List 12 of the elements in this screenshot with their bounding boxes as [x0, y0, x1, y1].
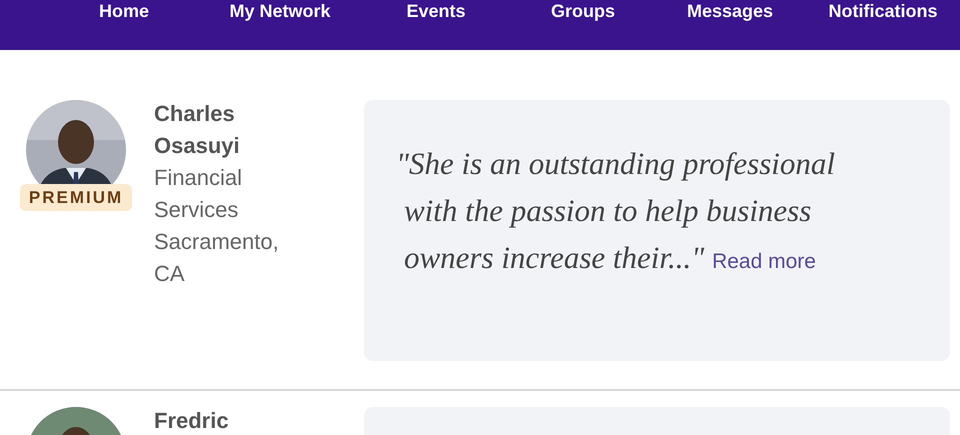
member-location: Sacramento, CA [154, 228, 280, 288]
nav-link[interactable]: Notifications [828, 0, 938, 22]
member-name[interactable]: Fredric [154, 405, 264, 435]
nav-link[interactable]: Groups [550, 0, 615, 22]
nav-link[interactable]: My Network [229, 0, 331, 22]
nav-link[interactable]: Events [406, 0, 466, 22]
read-more-link[interactable]: Read more [712, 250, 816, 273]
nav-link[interactable]: Home [98, 0, 149, 22]
member-name[interactable]: Charles Osasuyi [154, 98, 264, 162]
member-industry: Financial Services [154, 164, 244, 224]
nav-link[interactable]: Messages [686, 0, 774, 22]
premium-badge: PREMIUM [20, 184, 132, 211]
